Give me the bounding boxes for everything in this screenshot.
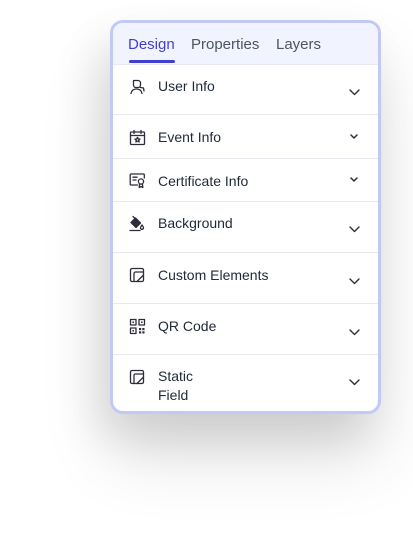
certificate-icon — [129, 172, 146, 189]
chevron-down-icon[interactable] — [349, 89, 360, 96]
section-event-info[interactable]: Event Info — [113, 114, 378, 158]
tab-properties[interactable]: Properties — [191, 36, 259, 54]
tab-design[interactable]: Design — [128, 36, 175, 54]
chevron-down-icon[interactable] — [349, 278, 360, 285]
tab-layers[interactable]: Layers — [276, 36, 321, 54]
section-label: Custom Elements — [158, 267, 269, 283]
tab-bar: Design Properties Layers — [113, 23, 378, 65]
static-field-icon — [129, 369, 146, 386]
section-label: Background — [158, 215, 233, 231]
custom-element-icon — [129, 267, 146, 284]
section-certificate-info[interactable]: Certificate Info — [113, 158, 378, 201]
calendar-icon — [129, 129, 146, 146]
section-background[interactable]: Background — [113, 201, 378, 252]
chevron-down-icon[interactable] — [350, 134, 358, 139]
section-label: Certificate Info — [158, 173, 249, 189]
section-label: Event Info — [158, 129, 222, 145]
section-label: Static Field — [158, 368, 194, 403]
section-label: QR Code — [158, 318, 217, 334]
chevron-down-icon[interactable] — [349, 329, 360, 336]
section-custom-elements[interactable]: Custom Elements — [113, 252, 378, 303]
section-static-field[interactable]: Static Field — [113, 354, 378, 411]
chevron-down-icon[interactable] — [349, 226, 360, 233]
chevron-down-icon[interactable] — [349, 379, 360, 386]
section-label: User Info — [158, 78, 215, 94]
section-user-info[interactable]: User Info — [113, 64, 378, 114]
design-panel: Design Properties Layers User Info Event… — [110, 20, 381, 414]
qr-code-icon — [129, 318, 146, 335]
user-info-icon — [129, 78, 146, 95]
chevron-down-icon[interactable] — [350, 177, 358, 182]
paint-bucket-icon — [129, 215, 146, 232]
section-qr-code[interactable]: QR Code — [113, 303, 378, 354]
active-tab-indicator — [129, 60, 175, 63]
